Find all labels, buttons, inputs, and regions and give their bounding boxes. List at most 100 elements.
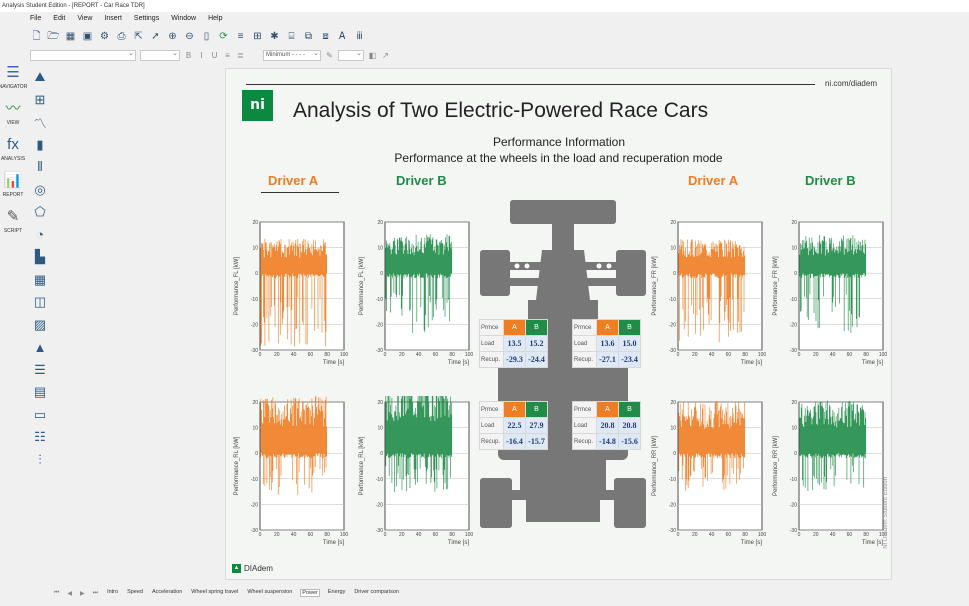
- value-driver-b: -15.7: [525, 433, 548, 450]
- sheet-tab-driver-comparison[interactable]: Driver comparison: [353, 589, 400, 597]
- menu-edit[interactable]: Edit: [53, 13, 65, 25]
- y-axis-label: Performance_FR [kW]: [773, 256, 779, 316]
- zoom-out-icon[interactable]: ⊖: [183, 31, 196, 44]
- 3d-surface-icon[interactable]: ◫: [30, 291, 50, 314]
- sheet-tab-wheel-spring-travel[interactable]: Wheel spring travel: [190, 589, 239, 597]
- power-chart[interactable]: 20100-10-20-300 20 40 60 80 100Time [s]Perfor…: [650, 216, 768, 366]
- y-axis-label: Performance_RL [kW]: [359, 436, 365, 495]
- underline-icon[interactable]: U: [210, 51, 219, 60]
- bar-chart-icon[interactable]: ▮: [30, 134, 50, 157]
- sheet-tab-wheel-suspension[interactable]: Wheel suspension: [246, 589, 293, 597]
- power-chart[interactable]: 20100-10-20-300 20 40 60 80 100Time [s]Perfor…: [357, 396, 475, 546]
- fill-icon[interactable]: ◧: [368, 51, 377, 60]
- list-icon[interactable]: ☷: [30, 426, 50, 449]
- value-driver-a: -16.4: [503, 433, 526, 450]
- arrow-icon[interactable]: ↗: [381, 51, 390, 60]
- x-tick-label: 100: [758, 532, 767, 538]
- text-icon[interactable]: ☰: [30, 359, 50, 382]
- sheet-tab-energy[interactable]: Energy: [327, 589, 346, 597]
- pointer-icon[interactable]: ➚: [149, 31, 162, 44]
- menu-insert[interactable]: Insert: [104, 13, 122, 25]
- sheet-icon[interactable]: ⌸: [285, 31, 298, 44]
- y-tick-label: 10: [670, 246, 676, 252]
- next-sheet-icon[interactable]: ▶: [80, 590, 85, 597]
- settings-icon[interactable]: ⚙: [98, 31, 111, 44]
- power-chart[interactable]: 20100-10-20-300 20 40 60 80 100Time [s]Perfor…: [357, 216, 475, 366]
- refresh-icon[interactable]: ⟳: [217, 31, 230, 44]
- group-icon[interactable]: ⧉: [302, 31, 315, 44]
- color-select[interactable]: [338, 49, 364, 61]
- sheet-tab-power[interactable]: Power: [300, 589, 320, 597]
- panel-view[interactable]: 〰 VIEW: [0, 98, 26, 134]
- italic-icon[interactable]: I: [197, 51, 206, 60]
- align-icon[interactable]: ≡: [234, 31, 247, 44]
- open-layout-icon[interactable]: ▦: [64, 31, 77, 44]
- x-axis-label: Time [s]: [448, 360, 469, 366]
- menu-help[interactable]: Help: [208, 13, 222, 25]
- axis-system-icon[interactable]: ⛰: [30, 66, 50, 89]
- power-chart[interactable]: 20100-10-20-300 20 40 60 80 100Time [s]Perfor…: [232, 396, 350, 546]
- tools-icon[interactable]: ✱: [268, 31, 281, 44]
- zoom-in-icon[interactable]: ⊕: [166, 31, 179, 44]
- last-sheet-icon[interactable]: ⏭: [93, 590, 98, 597]
- page-icon[interactable]: ▯: [200, 31, 213, 44]
- prev-sheet-icon[interactable]: ◀: [67, 590, 72, 597]
- bold-icon[interactable]: B: [184, 51, 193, 60]
- new-icon[interactable]: 🗋: [30, 31, 43, 44]
- menu-window[interactable]: Window: [171, 13, 196, 25]
- variable-icon[interactable]: ⫶: [30, 449, 50, 472]
- align-center-icon[interactable]: ≣: [236, 51, 245, 60]
- layout-icon[interactable]: ⊞: [251, 31, 264, 44]
- pen-icon[interactable]: ✎: [325, 51, 334, 60]
- font-icon[interactable]: Ꭺ: [336, 31, 349, 44]
- image-icon[interactable]: ▲: [30, 336, 50, 359]
- panel-report[interactable]: 📊 REPORT: [0, 170, 26, 206]
- clock-icon[interactable]: ◔: [30, 224, 50, 247]
- diadem-icon: ▲: [232, 564, 241, 573]
- sheet-tab-intro[interactable]: Intro: [106, 589, 119, 597]
- sheet-tab-speed[interactable]: Speed: [126, 589, 144, 597]
- report-sheet[interactable]: ni.com/diadem ni Analysis of Two Electri…: [225, 68, 892, 580]
- 3d-grid-icon[interactable]: ▦: [30, 269, 50, 292]
- line-style-select[interactable]: Minimum - - - -: [263, 49, 321, 61]
- y-tick-label: -10: [669, 477, 676, 483]
- table-corner: Prmce: [572, 319, 597, 336]
- x-axis-label: Time [s]: [741, 360, 762, 366]
- x-tick-label: 100: [465, 352, 474, 358]
- open-icon[interactable]: 🗁: [47, 31, 60, 44]
- contour-icon[interactable]: ▨: [30, 314, 50, 337]
- menu-view[interactable]: View: [77, 13, 92, 25]
- power-chart[interactable]: 20100-10-20-300 20 40 60 80 100Time [s]Perfor…: [771, 396, 889, 546]
- main-toolbar: 🗋 🗁 ▦ ▣ ⚙ ⎙ ⇱ ➚ ⊕ ⊖ ▯ ⟳ ≡ ⊞ ✱ ⌸ ⧉ ⧈ Ꭺ ⅲ: [30, 28, 366, 46]
- chart-icon[interactable]: ⅲ: [353, 31, 366, 44]
- save-icon[interactable]: ▣: [81, 31, 94, 44]
- first-sheet-icon[interactable]: ⏮: [54, 590, 59, 597]
- ungroup-icon[interactable]: ⧈: [319, 31, 332, 44]
- value-driver-b: 27.9: [525, 417, 548, 434]
- sheet-tab-acceleration[interactable]: Acceleration: [151, 589, 183, 597]
- panel-navigator[interactable]: ☰ NAVIGATOR: [0, 62, 27, 98]
- y-tick-label: -30: [376, 348, 383, 354]
- gauge-icon[interactable]: ◎: [30, 179, 50, 202]
- performance-table: Prmce A B Load 22.5 27.9 Recup. -16.4 -15.7: [479, 401, 548, 450]
- line-chart-icon[interactable]: 〽: [30, 111, 50, 134]
- panel-analysis[interactable]: fx ANALYSIS: [0, 134, 26, 170]
- print-icon[interactable]: ⎙: [115, 31, 128, 44]
- y-tick-label: -30: [790, 348, 797, 354]
- 3d-bar-icon[interactable]: ▙: [30, 246, 50, 269]
- document-icon[interactable]: ▤: [30, 381, 50, 404]
- frame-icon[interactable]: ▭: [30, 404, 50, 427]
- align-left-icon[interactable]: ≡: [223, 51, 232, 60]
- object-select[interactable]: [30, 49, 136, 61]
- panel-script[interactable]: ✎ SCRIPT: [0, 206, 26, 242]
- table-icon[interactable]: ⊞: [30, 89, 50, 112]
- menu-settings[interactable]: Settings: [134, 13, 159, 25]
- pentagon-icon[interactable]: ⬠: [30, 201, 50, 224]
- power-chart[interactable]: 20100-10-20-300 20 40 60 80 100Time [s]Perfor…: [232, 216, 350, 366]
- export-icon[interactable]: ⇱: [132, 31, 145, 44]
- power-chart[interactable]: 20100-10-20-300 20 40 60 80 100Time [s]Perfor…: [650, 396, 768, 546]
- menu-file[interactable]: File: [30, 13, 41, 25]
- size-select[interactable]: [140, 49, 180, 61]
- polar-icon[interactable]: ⫴: [30, 156, 50, 179]
- power-chart[interactable]: 20100-10-20-300 20 40 60 80 100Time [s]Perfor…: [771, 216, 889, 366]
